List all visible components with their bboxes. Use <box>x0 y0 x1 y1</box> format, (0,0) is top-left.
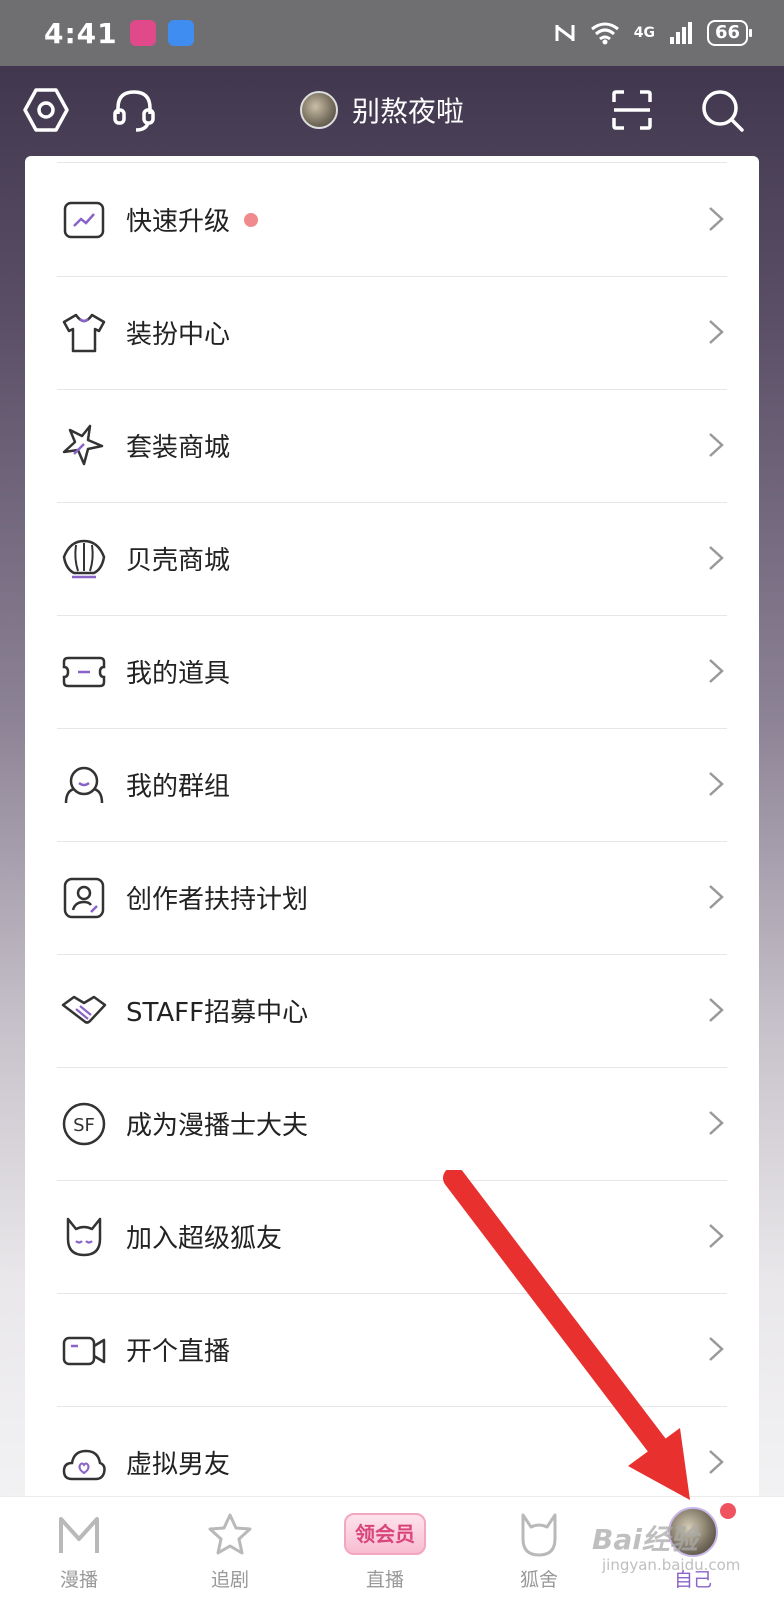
menu-item-virtual-boyfriend[interactable]: 虚拟男友 <box>57 1406 727 1496</box>
chevron-right-icon <box>709 546 724 570</box>
ticket-icon <box>62 656 106 687</box>
watermark: Bai经验 <box>592 1523 698 1556</box>
menu-item-start-live[interactable]: 开个直播 <box>57 1293 727 1407</box>
tab-label: 追剧 <box>210 1569 249 1591</box>
chevron-right-icon <box>709 320 724 344</box>
chevron-right-icon <box>709 207 724 231</box>
menu-item-super-fox-friend[interactable]: 加入超级狐友 <box>57 1180 727 1294</box>
star-outline-icon <box>208 1513 252 1555</box>
nfc-icon <box>555 25 575 41</box>
menu-item-label: 我的群组 <box>126 772 231 802</box>
fox-icon <box>66 1217 102 1256</box>
vip-badge-icon: 领会员 <box>344 1513 426 1555</box>
new-badge-dot <box>244 212 259 227</box>
app-notification-icon <box>129 20 156 46</box>
network-type: 4G <box>633 25 655 41</box>
status-icons: 4G 66 <box>554 20 753 46</box>
watermark-url: jingyan.baidu.com <box>602 1556 741 1574</box>
tab-manbo[interactable]: 漫播 <box>24 1497 134 1600</box>
wifi-icon <box>590 22 619 45</box>
fox-outline-icon <box>521 1513 557 1557</box>
menu-item-label: 我的道具 <box>126 659 231 689</box>
menu-item-shell-mall[interactable]: 贝壳商城 <box>57 502 727 616</box>
menu-item-label: 虚拟男友 <box>126 1450 231 1480</box>
camera-icon <box>62 1336 106 1365</box>
status-time: 4:41 <box>44 16 118 50</box>
menu-item-label: 成为漫播士大夫 <box>126 1111 309 1141</box>
menu-item-creator-support[interactable]: 创作者扶持计划 <box>57 841 727 955</box>
scan-icon[interactable] <box>608 86 656 134</box>
menu-card: 快速升级 装扮中心 套装商城 贝壳商城 我的道具 我的群组 创作者扶持计划 ST… <box>25 156 759 1496</box>
trend-up-icon <box>63 201 105 238</box>
status-bar: 4:41 4G 66 <box>0 0 784 66</box>
menu-item-label: 套装商城 <box>126 433 231 463</box>
profile-header[interactable]: 别熬夜啦 <box>300 90 464 130</box>
svg-text:SF: SF <box>73 1115 95 1136</box>
tshirt-icon <box>62 313 106 352</box>
menu-item-dressup-center[interactable]: 装扮中心 <box>57 276 727 390</box>
tab-label: 狐舍 <box>519 1569 558 1591</box>
chevron-right-icon <box>709 1224 724 1248</box>
menu-item-label: STAFF招募中心 <box>126 998 309 1028</box>
chevron-right-icon <box>709 659 724 683</box>
menu-item-label: 贝壳商城 <box>126 546 231 576</box>
battery-indicator: 66 <box>706 20 753 46</box>
creator-icon <box>63 877 105 918</box>
menu-item-staff-recruitment[interactable]: STAFF招募中心 <box>57 954 727 1068</box>
sf-icon: SF <box>62 1102 106 1145</box>
chevron-right-icon <box>709 1111 724 1135</box>
menu-item-my-props[interactable]: 我的道具 <box>57 615 727 729</box>
notification-dot <box>720 1503 736 1519</box>
star-icon <box>62 424 104 465</box>
tab-label: 漫播 <box>59 1569 98 1591</box>
menu-item-label: 开个直播 <box>126 1337 231 1367</box>
chevron-right-icon <box>709 772 724 796</box>
cloud-heart-icon <box>62 1449 106 1480</box>
headset-icon[interactable] <box>110 86 158 134</box>
cloud-notification-icon <box>167 20 194 46</box>
avatar[interactable] <box>300 91 338 129</box>
chevron-right-icon <box>709 433 724 457</box>
menu-item-quick-upgrade[interactable]: 快速升级 <box>57 163 727 277</box>
menu-item-label: 创作者扶持计划 <box>126 885 309 915</box>
chevron-right-icon <box>709 998 724 1022</box>
group-icon <box>64 766 104 803</box>
menu-item-label: 装扮中心 <box>126 320 231 350</box>
chevron-right-icon <box>709 1450 724 1474</box>
menu-item-label: 快速升级 <box>126 207 231 237</box>
tab-live[interactable]: 领会员 直播 <box>330 1497 440 1600</box>
chevron-right-icon <box>709 1337 724 1361</box>
m-logo-icon <box>59 1517 99 1553</box>
shell-icon <box>62 539 106 578</box>
tab-label: 直播 <box>365 1569 404 1591</box>
chevron-right-icon <box>709 885 724 909</box>
menu-item-become-official[interactable]: SF 成为漫播士大夫 <box>57 1067 727 1181</box>
menu-item-label: 加入超级狐友 <box>126 1224 283 1254</box>
tab-drama[interactable]: 追剧 <box>175 1497 285 1600</box>
handshake-icon <box>61 995 107 1024</box>
top-nav: 别熬夜啦 <box>0 66 784 156</box>
signal-icon <box>669 22 692 44</box>
menu-item-my-groups[interactable]: 我的群组 <box>57 728 727 842</box>
menu-item-set-mall[interactable]: 套装商城 <box>57 389 727 503</box>
settings-hexagon-icon[interactable] <box>22 86 70 134</box>
username: 别熬夜啦 <box>352 95 465 128</box>
search-icon[interactable] <box>698 86 746 134</box>
tab-fox-house[interactable]: 狐舍 <box>484 1497 594 1600</box>
